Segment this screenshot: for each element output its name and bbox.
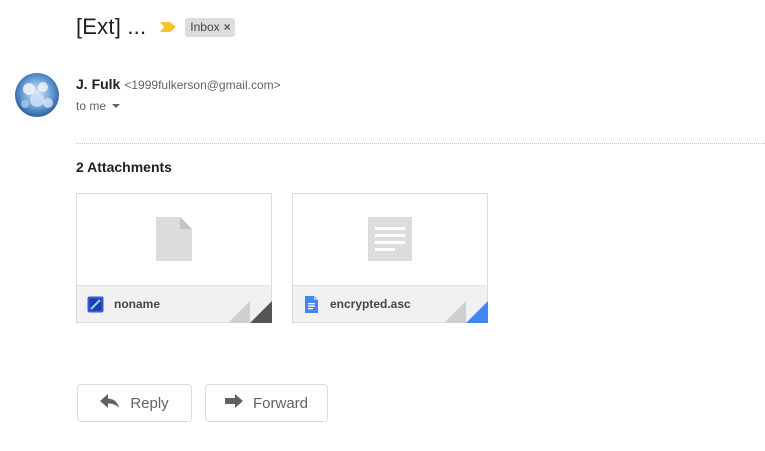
chevron-down-icon: [112, 104, 121, 108]
recipient-text: to me: [76, 99, 107, 113]
attachment-name: noname: [114, 297, 161, 311]
sender-name[interactable]: J. Fulk: [76, 76, 120, 92]
generic-file-icon: [155, 216, 193, 267]
attachment-card-noname[interactable]: noname: [76, 193, 272, 323]
attachments-heading: 2 Attachments: [76, 159, 172, 175]
sender-avatar[interactable]: [15, 73, 59, 117]
forward-icon: [224, 394, 243, 412]
docs-file-icon: [303, 295, 320, 313]
importance-marker-icon[interactable]: [159, 21, 177, 33]
forward-label: Forward: [252, 394, 308, 412]
email-view: [Ext] ... Inbox × J. Fulk <1999fulkerson…: [0, 0, 765, 451]
sender-line: J. Fulk <1999fulkerson@gmail.com>: [76, 76, 281, 92]
attachment-card-encrypted-asc[interactable]: encrypted.asc: [292, 193, 488, 323]
label-text: Inbox: [190, 19, 220, 34]
divider: [76, 143, 765, 144]
reply-button[interactable]: Reply: [77, 384, 192, 422]
forward-button[interactable]: Forward: [205, 384, 328, 422]
attachment-name: encrypted.asc: [330, 297, 411, 311]
text-document-icon: [368, 216, 412, 266]
recipient-details-toggle[interactable]: to me: [76, 99, 121, 113]
inbox-label-chip[interactable]: Inbox ×: [185, 17, 235, 37]
sender-email: <1999fulkerson@gmail.com>: [124, 78, 281, 92]
email-subject: [Ext] ...: [76, 14, 147, 39]
reply-label: Reply: [130, 394, 169, 412]
attachment-preview: [77, 194, 271, 288]
attachment-corner-fold: [444, 301, 488, 323]
remove-label-icon[interactable]: ×: [224, 19, 231, 36]
attachment-preview: [293, 194, 487, 288]
image-file-icon: [87, 296, 104, 313]
subject-row: [Ext] ... Inbox ×: [76, 14, 235, 40]
attachment-corner-fold: [228, 301, 272, 323]
reply-icon: [100, 394, 120, 412]
